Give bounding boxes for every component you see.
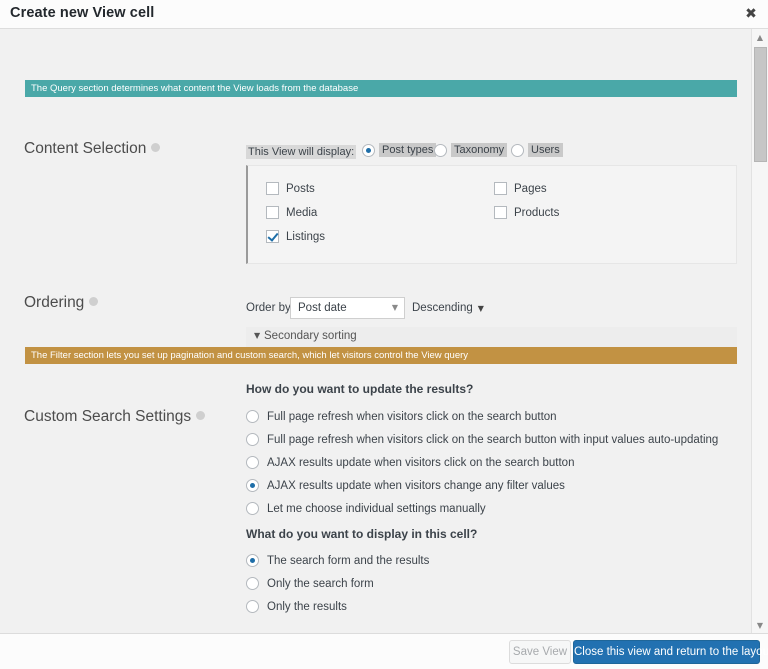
post-types-column-left: Posts Media Listings bbox=[266, 182, 325, 254]
help-icon[interactable] bbox=[89, 297, 98, 306]
checkbox-row-posts[interactable]: Posts bbox=[266, 182, 325, 195]
order-direction-select[interactable]: Descending ▼ bbox=[412, 297, 490, 319]
display-option-label: Only the results bbox=[267, 601, 347, 613]
display-option-label: Post types bbox=[379, 143, 436, 157]
radio-icon[interactable] bbox=[246, 433, 259, 446]
order-by-value: Post date bbox=[298, 302, 347, 314]
display-option-users[interactable]: Users bbox=[511, 144, 563, 157]
content-selection-heading-label: Content Selection bbox=[24, 140, 146, 157]
order-by-select[interactable]: Post date ▼ bbox=[290, 297, 405, 319]
display-cell-options: The search form and the results Only the… bbox=[246, 554, 429, 623]
scroll-down-icon[interactable]: ▼ bbox=[752, 618, 768, 634]
save-view-button[interactable]: Save View bbox=[509, 640, 571, 664]
checkbox-label: Pages bbox=[514, 183, 547, 195]
vertical-scrollbar[interactable]: ▲ ▼ bbox=[751, 29, 768, 669]
dialog-footer: Save View Close this view and return to … bbox=[0, 633, 768, 669]
update-results-options: Full page refresh when visitors click on… bbox=[246, 410, 718, 525]
ordering-heading-label: Ordering bbox=[24, 294, 84, 311]
post-types-panel: Posts Media Listings Pages Products bbox=[246, 165, 737, 264]
dialog-title: Create new View cell bbox=[10, 5, 154, 21]
chevron-down-icon: ▼ bbox=[392, 298, 398, 318]
content-selection-heading: Content Selection bbox=[24, 140, 160, 158]
query-section-banner: The Query section determines what conten… bbox=[25, 80, 737, 97]
update-option-full-refresh-auto[interactable]: Full page refresh when visitors click on… bbox=[246, 433, 718, 446]
checkbox-icon[interactable] bbox=[266, 206, 279, 219]
display-option-label: Only the search form bbox=[267, 578, 374, 590]
help-icon[interactable] bbox=[196, 411, 205, 420]
update-option-label: Full page refresh when visitors click on… bbox=[267, 434, 718, 446]
radio-icon[interactable] bbox=[246, 502, 259, 515]
post-types-column-right: Pages Products bbox=[494, 182, 559, 230]
ordering-heading: Ordering bbox=[24, 294, 98, 312]
update-results-question: How do you want to update the results? bbox=[246, 382, 473, 396]
display-option-label: The search form and the results bbox=[267, 555, 429, 567]
radio-icon[interactable] bbox=[246, 600, 259, 613]
this-view-will-display-label: This View will display: bbox=[246, 145, 356, 159]
checkbox-row-pages[interactable]: Pages bbox=[494, 182, 559, 195]
display-cell-question: What do you want to display in this cell… bbox=[246, 527, 477, 541]
display-option-form-and-results[interactable]: The search form and the results bbox=[246, 554, 429, 567]
checkbox-row-products[interactable]: Products bbox=[494, 206, 559, 219]
checkbox-row-listings[interactable]: Listings bbox=[266, 230, 325, 243]
checkbox-icon[interactable] bbox=[266, 182, 279, 195]
display-option-taxonomy[interactable]: Taxonomy bbox=[434, 144, 507, 157]
checkbox-label: Listings bbox=[286, 231, 325, 243]
create-view-cell-dialog: Create new View cell ✖ The Query section… bbox=[0, 0, 768, 669]
update-option-ajax-search-button[interactable]: AJAX results update when visitors click … bbox=[246, 456, 718, 469]
help-icon[interactable] bbox=[151, 143, 160, 152]
display-option-post-types[interactable]: Post types bbox=[362, 144, 436, 157]
order-direction-value: Descending bbox=[412, 302, 473, 314]
display-option-only-results[interactable]: Only the results bbox=[246, 600, 429, 613]
chevron-down-icon: ▼ bbox=[254, 331, 260, 340]
radio-icon[interactable] bbox=[246, 554, 259, 567]
order-by-label: Order by bbox=[246, 302, 291, 314]
checkbox-row-media[interactable]: Media bbox=[266, 206, 325, 219]
radio-icon[interactable] bbox=[434, 144, 447, 157]
radio-icon[interactable] bbox=[362, 144, 375, 157]
display-option-only-form[interactable]: Only the search form bbox=[246, 577, 429, 590]
close-icon[interactable]: ✖ bbox=[742, 6, 760, 24]
update-option-manual[interactable]: Let me choose individual settings manual… bbox=[246, 502, 718, 515]
update-option-label: Let me choose individual settings manual… bbox=[267, 503, 486, 515]
filter-section-banner: The Filter section lets you set up pagin… bbox=[25, 347, 737, 364]
radio-icon[interactable] bbox=[246, 410, 259, 423]
radio-icon[interactable] bbox=[246, 577, 259, 590]
chevron-down-icon: ▼ bbox=[478, 304, 484, 313]
checkbox-icon[interactable] bbox=[494, 182, 507, 195]
checkbox-label: Posts bbox=[286, 183, 315, 195]
checkbox-label: Media bbox=[286, 207, 317, 219]
radio-icon[interactable] bbox=[246, 456, 259, 469]
checkbox-label: Products bbox=[514, 207, 559, 219]
update-option-label: AJAX results update when visitors change… bbox=[267, 480, 565, 492]
display-option-label: Taxonomy bbox=[451, 143, 507, 157]
radio-icon[interactable] bbox=[511, 144, 524, 157]
update-option-ajax-filter-change[interactable]: AJAX results update when visitors change… bbox=[246, 479, 718, 492]
dialog-titlebar: Create new View cell ✖ bbox=[0, 0, 768, 29]
checkbox-icon[interactable] bbox=[494, 206, 507, 219]
secondary-sorting-row[interactable]: ▼ Secondary sorting bbox=[246, 327, 737, 349]
update-option-full-refresh[interactable]: Full page refresh when visitors click on… bbox=[246, 410, 718, 423]
scroll-up-icon[interactable]: ▲ bbox=[752, 30, 768, 46]
custom-search-settings-heading-label: Custom Search Settings bbox=[24, 408, 191, 425]
update-option-label: AJAX results update when visitors click … bbox=[267, 457, 574, 469]
dialog-body: The Query section determines what conten… bbox=[0, 29, 751, 633]
radio-icon[interactable] bbox=[246, 479, 259, 492]
update-option-label: Full page refresh when visitors click on… bbox=[267, 411, 557, 423]
secondary-sorting-label: Secondary sorting bbox=[264, 330, 357, 342]
close-view-button[interactable]: Close this view and return to the layout bbox=[573, 640, 760, 664]
display-option-label: Users bbox=[528, 143, 563, 157]
checkbox-icon[interactable] bbox=[266, 230, 279, 243]
custom-search-settings-heading: Custom Search Settings bbox=[24, 408, 205, 426]
scrollbar-thumb[interactable] bbox=[754, 47, 767, 162]
